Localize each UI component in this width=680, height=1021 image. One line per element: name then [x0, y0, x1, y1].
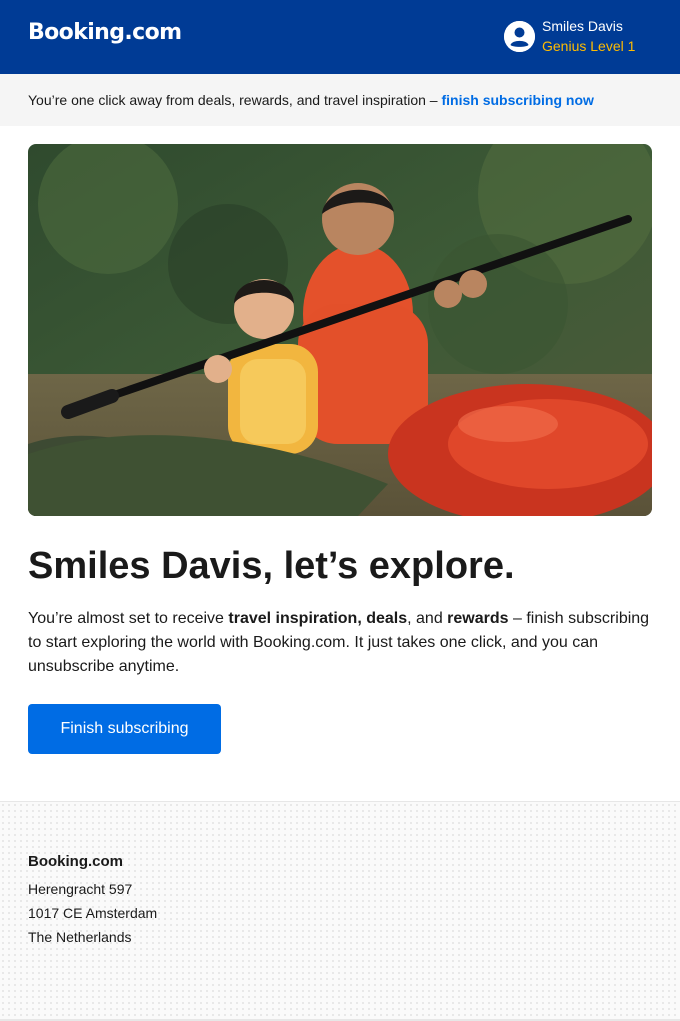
hero-photo — [28, 144, 652, 516]
header: Booking.com Smiles Davis Genius Level 1 — [0, 0, 680, 74]
footer-brand: Booking.com — [28, 853, 124, 870]
user-avatar-icon[interactable] — [504, 21, 535, 52]
body-text-part: You’re almost set to receive — [28, 610, 229, 627]
booking-logo[interactable]: Booking.com — [28, 19, 182, 47]
body-text-bold: rewards — [447, 610, 509, 627]
banner-text: You’re one click away from deals, reward… — [28, 92, 594, 109]
body-text-part: , and — [407, 610, 448, 627]
hero-photo-kayak-icon — [28, 144, 652, 516]
footer-address-line: 1017 CE Amsterdam — [28, 905, 158, 921]
footer-address-line: Herengracht 597 — [28, 881, 133, 897]
finish-subscribing-link[interactable]: finish subscribing now — [441, 92, 593, 108]
page-title: Smiles Davis, let’s explore. — [28, 545, 515, 587]
subscribe-banner: You’re one click away from deals, reward… — [0, 74, 680, 126]
footer-address-line: The Netherlands — [28, 929, 132, 945]
genius-level: Genius Level 1 — [542, 38, 636, 54]
body-text: You’re almost set to receive travel insp… — [28, 607, 656, 679]
user-name[interactable]: Smiles Davis — [542, 18, 623, 35]
body-text-bold: travel inspiration, deals — [228, 610, 408, 627]
banner-message: You’re one click away from deals, reward… — [28, 92, 442, 108]
finish-subscribing-button[interactable]: Finish subscribing — [28, 704, 221, 754]
